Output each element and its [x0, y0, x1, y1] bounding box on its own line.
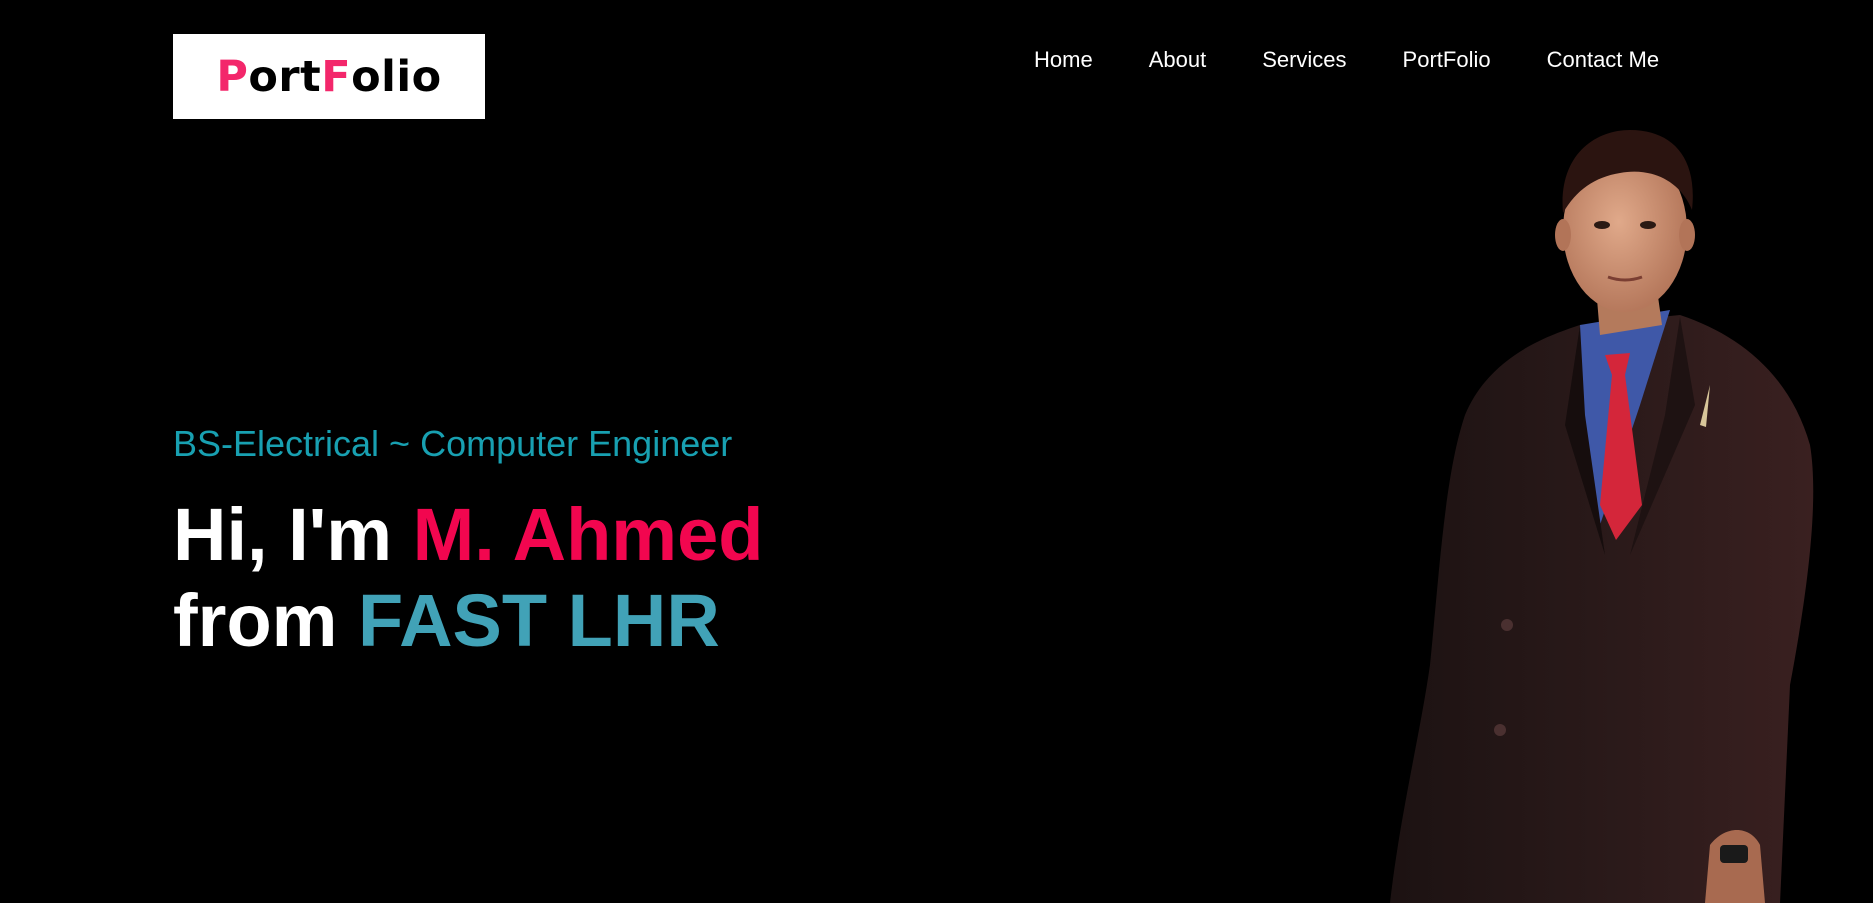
main-nav: Home About Services PortFolio Contact Me: [1034, 46, 1659, 74]
headline-line-2: from FAST LHR: [173, 578, 763, 664]
nav-about[interactable]: About: [1149, 46, 1207, 74]
hero-school: FAST LHR: [358, 579, 720, 662]
headline-greeting: Hi, I'm: [173, 493, 413, 576]
logo-text-ort: ort: [248, 51, 322, 102]
nav-portfolio[interactable]: PortFolio: [1403, 46, 1491, 74]
headline-from: from: [173, 579, 358, 662]
nav-services[interactable]: Services: [1262, 46, 1346, 74]
headline-line-1: Hi, I'm M. Ahmed: [173, 492, 763, 578]
hero-name: M. Ahmed: [412, 493, 764, 576]
nav-contact[interactable]: Contact Me: [1547, 46, 1660, 74]
logo[interactable]: Port Folio: [173, 34, 485, 119]
portrait-image: [1390, 130, 1814, 903]
nav-home[interactable]: Home: [1034, 46, 1093, 74]
logo-letter-f: F: [321, 51, 352, 102]
logo-letter-p: P: [216, 51, 249, 102]
logo-text-olio: olio: [351, 51, 442, 102]
hero-subtitle: BS-Electrical ~ Computer Engineer: [173, 423, 733, 464]
hero-headline: Hi, I'm M. Ahmed from FAST LHR: [173, 492, 763, 664]
